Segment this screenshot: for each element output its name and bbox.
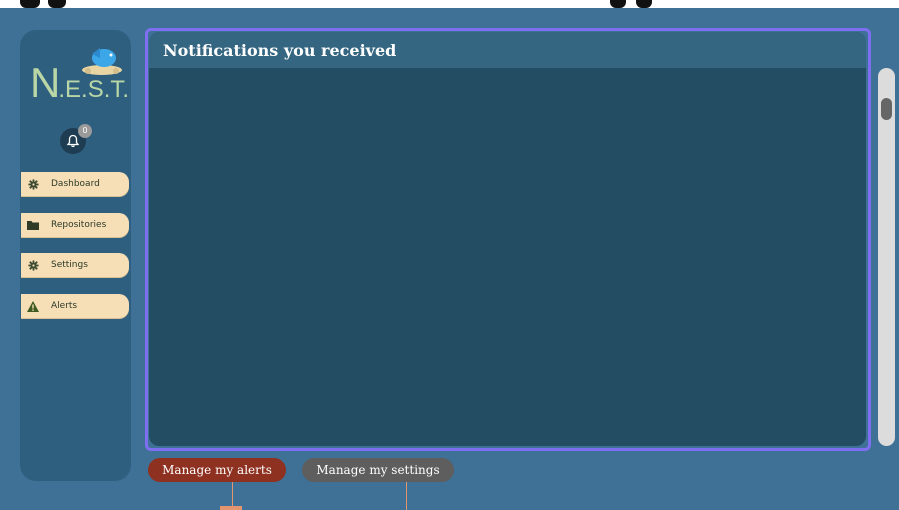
sidebar-item-label: Settings bbox=[51, 260, 88, 270]
bell-icon bbox=[66, 134, 80, 148]
logo-suffix: .E.S.T. bbox=[58, 76, 130, 103]
notification-count-badge: 0 bbox=[78, 124, 92, 138]
sidebar-item-dashboard[interactable]: Dashboard bbox=[21, 172, 129, 196]
annotation-connector-line bbox=[232, 482, 233, 506]
page-title: Notifications you received bbox=[163, 40, 397, 60]
nest-logo[interactable]: N.E.S.T. bbox=[30, 44, 129, 114]
top-strip bbox=[0, 0, 899, 8]
scrollbar[interactable] bbox=[878, 68, 895, 446]
cut-off-heading-glyph bbox=[610, 0, 626, 8]
folder-icon bbox=[27, 219, 39, 231]
manage-settings-button[interactable]: Manage my settings bbox=[302, 458, 454, 482]
panel-header: Notifications you received bbox=[149, 32, 866, 68]
notifications-bell-button[interactable]: 0 bbox=[60, 124, 92, 154]
warning-icon bbox=[27, 300, 39, 312]
cut-off-heading-glyph bbox=[48, 0, 66, 8]
notifications-panel: Notifications you received bbox=[149, 32, 866, 446]
cut-off-heading-glyph bbox=[636, 0, 652, 8]
sidebar-item-settings[interactable]: Settings bbox=[21, 253, 129, 277]
logo-text: N.E.S.T. bbox=[30, 62, 129, 104]
sidebar-item-alerts[interactable]: Alerts bbox=[21, 294, 129, 318]
logo-letter: N bbox=[30, 59, 60, 106]
gear-icon bbox=[27, 178, 39, 190]
cut-off-heading-glyph bbox=[20, 0, 40, 8]
gear-icon bbox=[27, 259, 39, 271]
sidebar: N.E.S.T. 0 Dashboard Repositories Settin… bbox=[20, 30, 131, 481]
sidebar-item-label: Alerts bbox=[51, 301, 78, 311]
annotation-connector-line bbox=[406, 482, 407, 510]
sidebar-item-label: Repositories bbox=[51, 220, 107, 230]
scrollbar-thumb[interactable] bbox=[881, 98, 892, 120]
sidebar-item-repositories[interactable]: Repositories bbox=[21, 213, 129, 237]
notifications-list bbox=[149, 68, 866, 446]
sidebar-item-label: Dashboard bbox=[51, 179, 100, 189]
annotation-connector-box bbox=[220, 506, 242, 510]
manage-alerts-button[interactable]: Manage my alerts bbox=[148, 458, 286, 482]
